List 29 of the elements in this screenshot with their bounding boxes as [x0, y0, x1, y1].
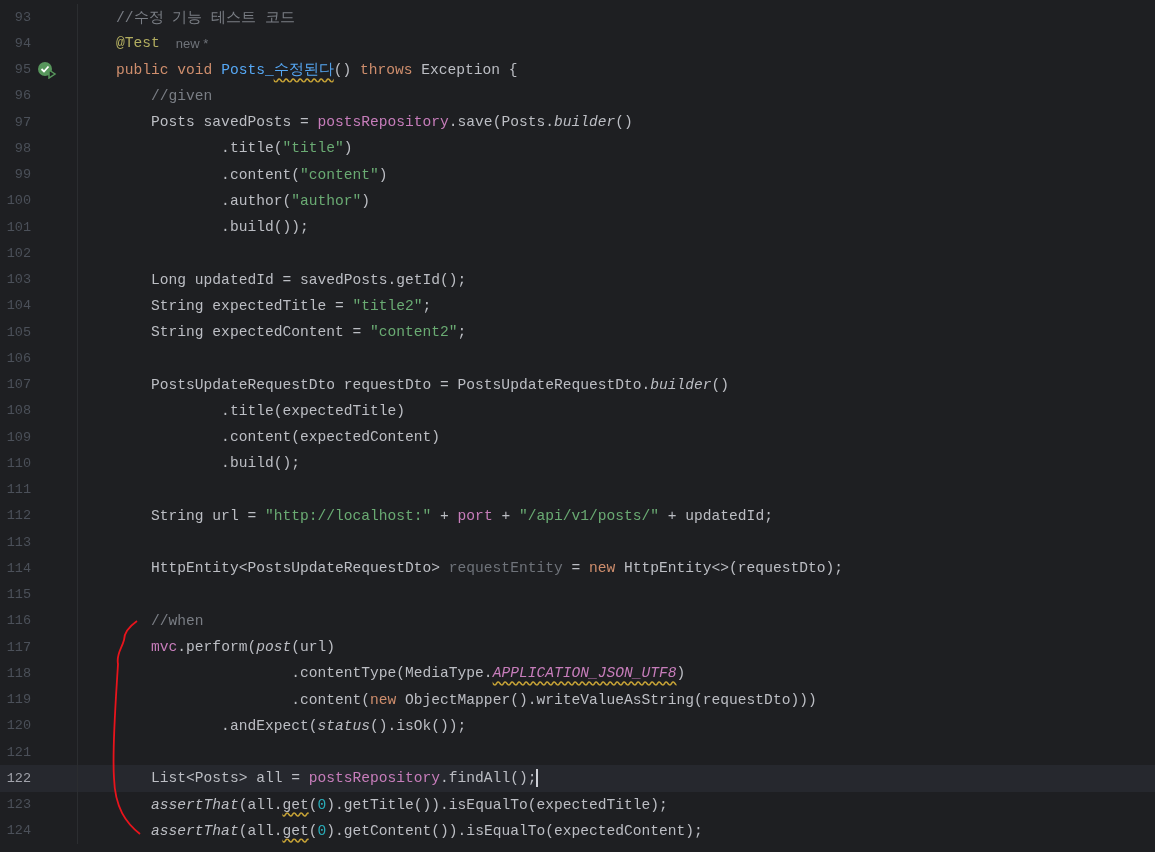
- code-line: //given: [150, 87, 213, 104]
- code-line: @Test: [115, 35, 160, 52]
- code-line: .contentType(MediaType.APPLICATION_JSON_UTF8): [290, 665, 686, 682]
- code-line: Long updatedId = savedPosts.getId();: [150, 271, 467, 288]
- code-line: assertThat(all.get(0).getTitle()).isEqualTo(expectedTitle);: [150, 796, 668, 813]
- code-line: .author("author"): [220, 192, 370, 209]
- code-line: Posts savedPosts = postsRepository.save(Posts.builder(): [150, 114, 633, 131]
- run-test-icon[interactable]: [37, 60, 57, 79]
- code-line: .title("title"): [220, 140, 353, 157]
- code-line: .build();: [220, 455, 300, 472]
- code-line: String url = "http://localhost:" + port + "/api/v1/posts/" + updatedId;: [150, 507, 773, 524]
- code-line: mvc.perform(post(url): [150, 639, 335, 656]
- code-line: .andExpect(status().isOk());: [220, 717, 467, 734]
- code-line: .content(new ObjectMapper().writeValueAsString(requestDto))): [290, 691, 817, 708]
- code-line: //when: [150, 612, 204, 629]
- code-line: PostsUpdateRequestDto requestDto = PostsUpdateRequestDto.builder(): [150, 376, 730, 393]
- code-line: .build());: [220, 219, 309, 236]
- code-line: List<Posts> all = postsRepository.findAll();: [150, 769, 539, 788]
- code-line: assertThat(all.get(0).getContent()).isEqualTo(expectedContent);: [150, 822, 703, 839]
- code-line: String expectedContent = "content2";: [150, 324, 467, 341]
- code-line: .title(expectedTitle): [220, 402, 406, 419]
- code-line: public void Posts_수정된다() throws Exception {: [115, 60, 518, 80]
- line-number: 122: [5, 770, 31, 786]
- inlay-hint[interactable]: new *: [175, 35, 209, 51]
- code-line: //수정 기능 테스트 코드: [115, 8, 295, 27]
- code-line: HttpEntity<PostsUpdateRequestDto> requestEntity = new HttpEntity<>(requestDto);: [150, 560, 843, 577]
- code-line: .content(expectedContent): [220, 429, 441, 446]
- code-line: .content("content"): [220, 166, 388, 183]
- code-line: String expectedTitle = "title2";: [150, 297, 432, 314]
